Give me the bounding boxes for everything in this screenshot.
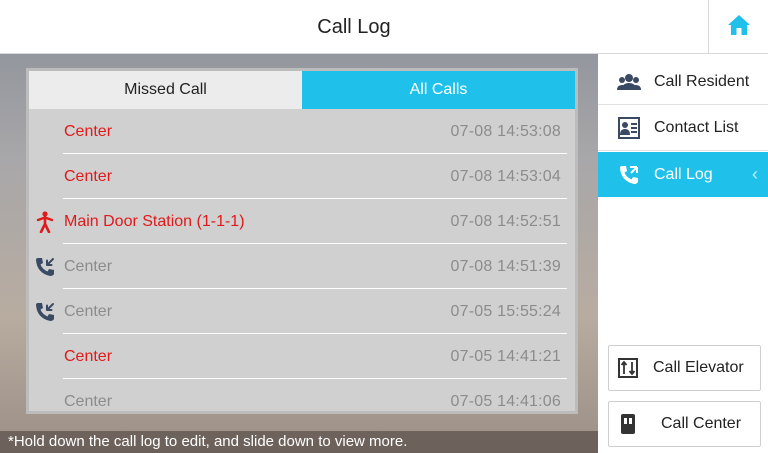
incoming-call-icon	[33, 255, 57, 279]
call-log-row[interactable]: Center 07-08 14:53:04	[29, 154, 575, 199]
call-list: Center 07-08 14:53:08 Center 07-08 14:53:04…	[29, 109, 575, 411]
call-time: 07-05 15:55:24	[450, 303, 561, 320]
call-log-row[interactable]: Center 07-05 14:41:21	[29, 334, 575, 379]
caller-name: Main Door Station (1-1-1)	[64, 213, 245, 230]
call-time: 07-08 14:52:51	[450, 213, 561, 230]
call-time: 07-05 14:41:21	[450, 348, 561, 365]
tab-all-calls[interactable]: All Calls	[302, 71, 575, 109]
sidebar-item-label: Call Resident	[654, 73, 750, 90]
caller-name: Center	[64, 168, 113, 185]
tab-missed-call[interactable]: Missed Call	[29, 71, 302, 109]
page-title: Call Log	[317, 16, 391, 38]
call-center-icon	[617, 413, 639, 435]
sidebar-item-label: Contact List	[654, 119, 739, 136]
call-log-panel: Missed Call All Calls Center 07-08 14:53:…	[26, 68, 578, 414]
sidebar-item-label: Call Log	[654, 165, 713, 183]
caller-name: Center	[64, 348, 113, 365]
sidebar-item-call-resident[interactable]: Call Resident	[598, 60, 768, 105]
caller-name: Center	[64, 123, 113, 140]
call-center-label: Call Center	[661, 415, 742, 432]
call-log-icon	[616, 162, 642, 188]
caller-name: Center	[64, 393, 113, 410]
sidebar-item-call-log[interactable]: Call Log ‹	[598, 152, 768, 197]
call-time: 07-08 14:53:08	[450, 123, 561, 140]
elevator-icon	[617, 357, 639, 379]
call-time: 07-08 14:53:04	[450, 168, 561, 185]
call-time: 07-08 14:51:39	[450, 258, 561, 275]
sidebar: Call Resident Contact List Call Log ‹	[598, 54, 768, 453]
chevron-left-icon: ‹	[752, 164, 758, 184]
header-bar: Call Log	[0, 0, 768, 54]
contact-list-icon	[616, 115, 642, 141]
call-log-row[interactable]: Center 07-05 14:41:06	[29, 379, 575, 411]
call-log-tabs: Missed Call All Calls	[29, 71, 575, 109]
call-log-row[interactable]: Main Door Station (1-1-1) 07-08 14:52:51	[29, 199, 575, 244]
residents-icon	[616, 69, 642, 95]
call-log-row[interactable]: Center 07-08 14:51:39	[29, 244, 575, 289]
call-log-row[interactable]: Center 07-08 14:53:08	[29, 109, 575, 154]
sidebar-item-contact-list[interactable]: Contact List	[598, 106, 768, 151]
home-button[interactable]	[708, 0, 768, 54]
hint-text: *Hold down the call log to edit, and sli…	[0, 431, 600, 453]
call-time: 07-05 14:41:06	[450, 393, 561, 410]
home-icon	[727, 14, 751, 41]
incoming-call-icon	[33, 300, 57, 324]
person-walking-icon	[33, 210, 57, 234]
call-elevator-label: Call Elevator	[653, 359, 744, 376]
call-elevator-button[interactable]: Call Elevator	[608, 345, 761, 391]
caller-name: Center	[64, 258, 113, 275]
caller-name: Center	[64, 303, 113, 320]
call-center-button[interactable]: Call Center	[608, 401, 761, 447]
call-log-row[interactable]: Center 07-05 15:55:24	[29, 289, 575, 334]
